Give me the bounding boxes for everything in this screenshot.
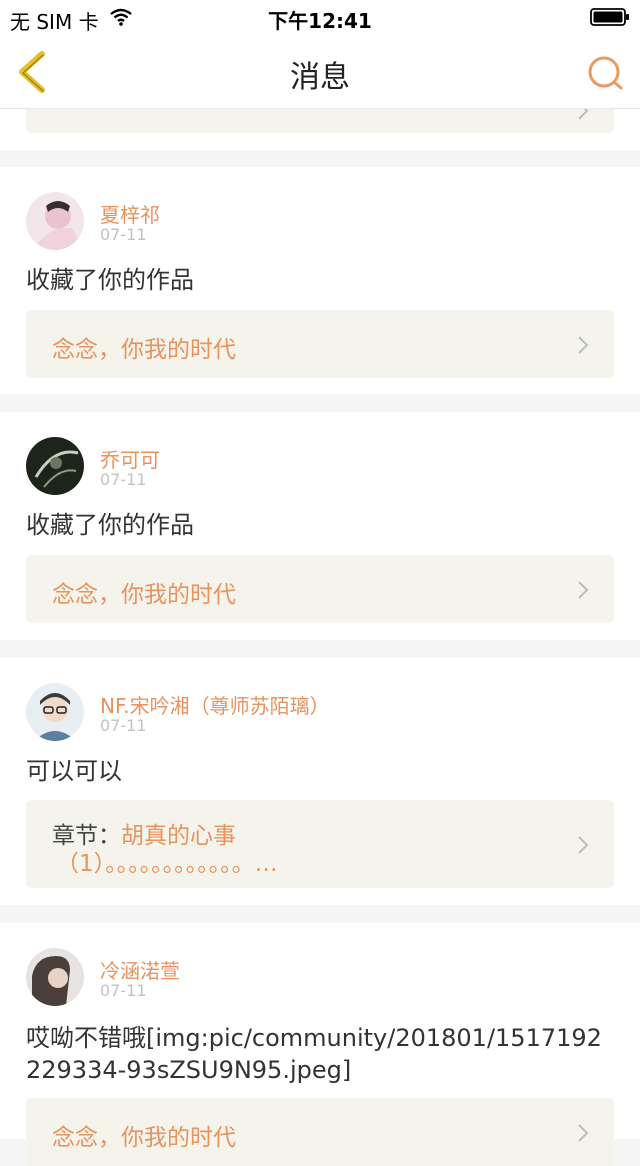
message-card: 夏梓祁 07-11 收藏了你的作品 念念，你我的时代 xyxy=(0,167,640,394)
username[interactable]: 冷涵渃萱 xyxy=(100,955,180,984)
work-title: 念念，你我的时代 xyxy=(52,582,236,608)
message-card: NF.宋吟湘（尊师苏陌璃） 07-11 可以可以 章节：胡真的心事 （1）。。。… xyxy=(0,658,640,905)
username[interactable]: 乔可可 xyxy=(100,444,160,473)
work-reference[interactable]: 念念，你我的时代 xyxy=(26,1098,614,1166)
nav-bar: 消息 xyxy=(0,36,640,109)
chevron-right-icon xyxy=(578,1124,589,1142)
chevron-right-icon xyxy=(578,581,589,599)
clock: 下午12:41 xyxy=(268,9,372,33)
work-reference[interactable]: 念念，你我的时代 xyxy=(26,310,614,378)
work-title: 念念，你我的时代 xyxy=(52,1125,236,1151)
work-title: 念念，你我的时代 xyxy=(52,337,236,363)
avatar[interactable] xyxy=(26,948,84,1006)
chapter-subtitle: （1）。。。。。。。。。。。。… xyxy=(56,851,278,877)
status-bar: 无 SIM 卡 下午12:41 xyxy=(0,0,640,36)
work-reference[interactable]: 念念，你我的时代 xyxy=(26,555,614,623)
message-date: 07-11 xyxy=(100,981,147,1000)
message-text: 收藏了你的作品 xyxy=(26,511,194,539)
message-card: 冷涵渃萱 07-11 哎呦不错哦[img:pic/community/20180… xyxy=(0,923,640,1166)
chevron-right-icon xyxy=(578,336,589,354)
message-text: 收藏了你的作品 xyxy=(26,266,194,294)
message-text: 哎呦不错哦[img:pic/community/201801/151719222… xyxy=(26,1024,602,1084)
chapter-reference[interactable]: 章节：胡真的心事 （1）。。。。。。。。。。。。… xyxy=(26,800,614,888)
battery-icon xyxy=(590,8,629,26)
username[interactable]: NF.宋吟湘（尊师苏陌璃） xyxy=(100,690,330,719)
avatar[interactable] xyxy=(26,437,84,495)
avatar[interactable] xyxy=(26,683,84,741)
message-text: 可以可以 xyxy=(26,757,122,785)
page-title: 消息 xyxy=(290,60,350,95)
message-date: 07-11 xyxy=(100,716,147,735)
message-date: 07-11 xyxy=(100,225,147,244)
search-icon[interactable] xyxy=(586,54,624,92)
message-card: 乔可可 07-11 收藏了你的作品 念念，你我的时代 xyxy=(0,412,640,640)
chevron-right-icon xyxy=(578,836,589,854)
avatar[interactable] xyxy=(26,192,84,250)
username[interactable]: 夏梓祁 xyxy=(100,199,160,228)
message-date: 07-11 xyxy=(100,470,147,489)
